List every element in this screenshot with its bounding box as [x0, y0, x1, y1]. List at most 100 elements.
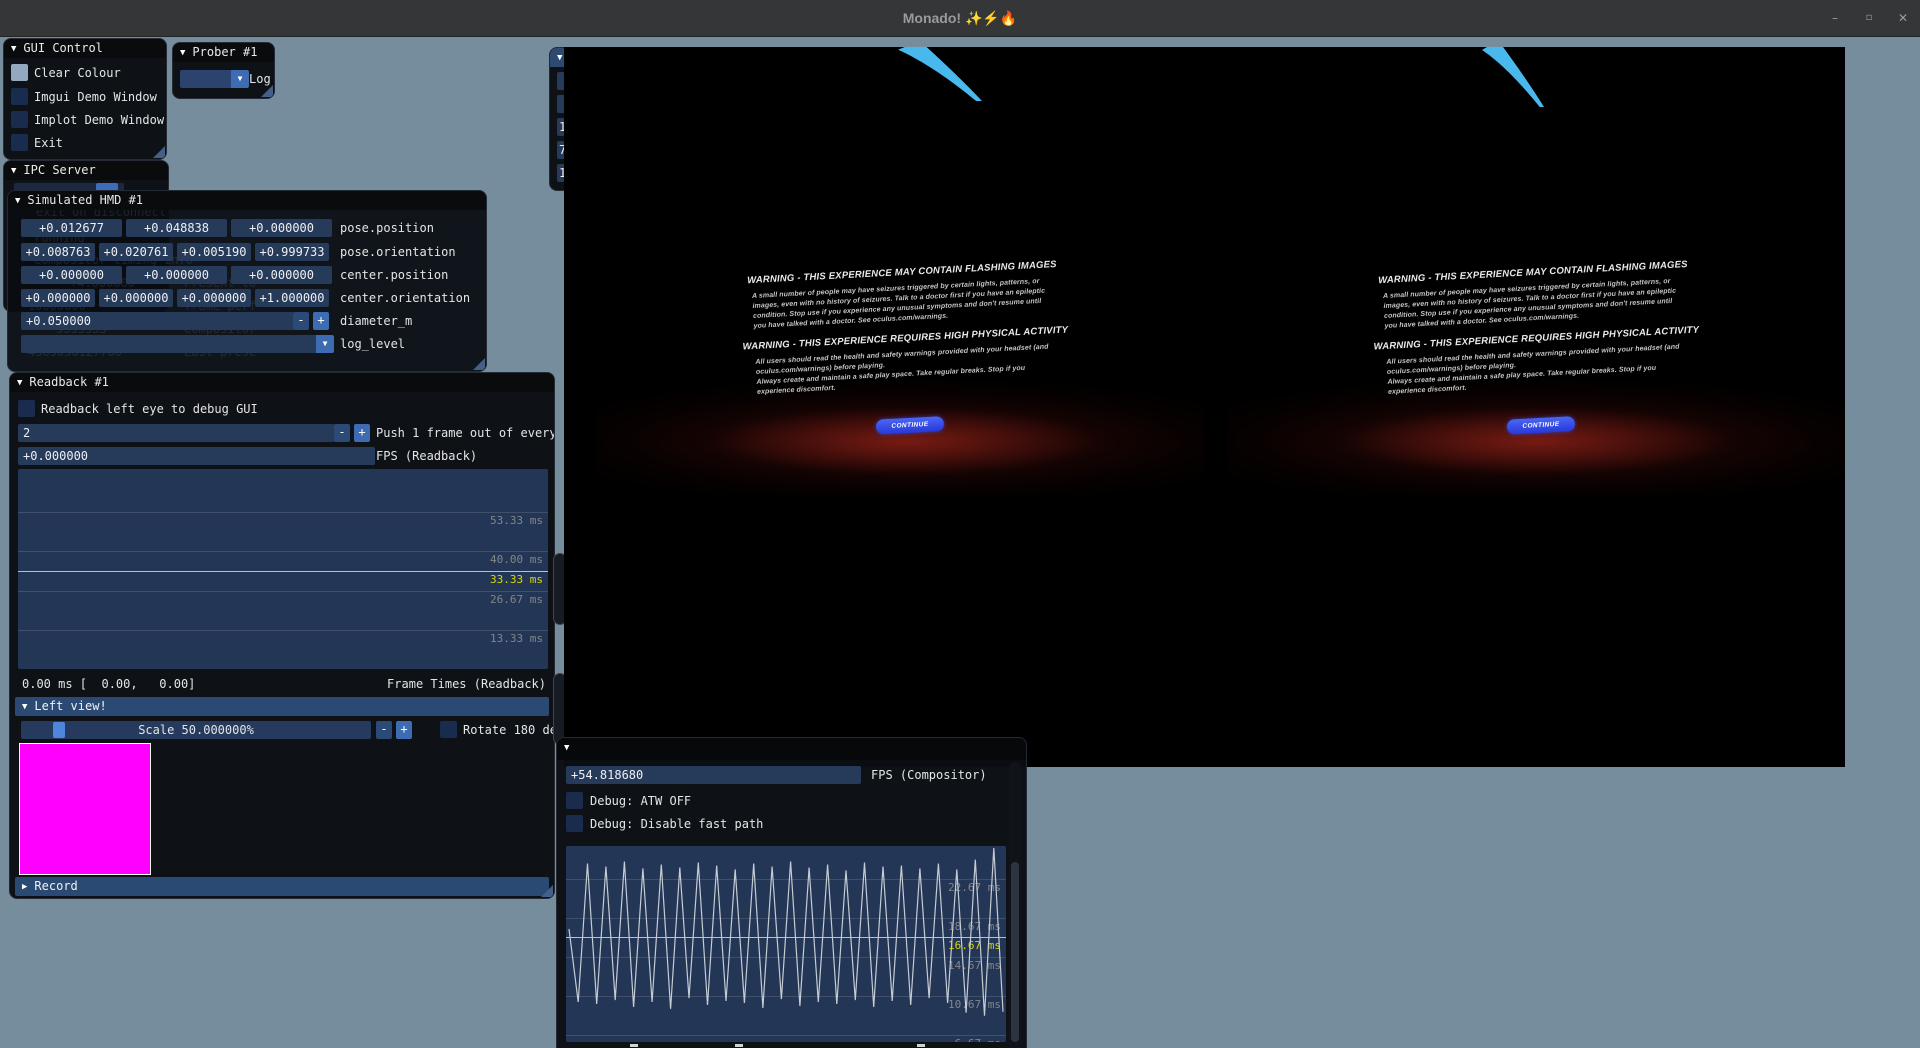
scale-minus-button[interactable]: -: [376, 721, 392, 739]
maximize-button[interactable]: ▫: [1852, 0, 1886, 36]
checkbox-exit-label: Exit: [34, 134, 63, 152]
minimize-button[interactable]: –: [1818, 0, 1852, 36]
checkbox-debug-atw-off-label: Debug: ATW OFF: [590, 792, 691, 810]
compositor-fps-label: FPS (Compositor): [871, 766, 987, 784]
collapse-arrow-icon[interactable]: ▼: [564, 739, 569, 758]
pose-orientation-w[interactable]: +0.999733: [255, 243, 329, 261]
checkbox-exit[interactable]: [11, 134, 28, 151]
resize-grip-icon[interactable]: [473, 358, 485, 370]
collapse-arrow-icon[interactable]: ▼: [17, 374, 22, 393]
health-safety-warning: WARNING - THIS EXPERIENCE MAY CONTAIN FL…: [732, 258, 1080, 441]
hmd-titlebar[interactable]: ▼ Simulated HMD #1: [8, 191, 486, 210]
frame-times-readback-plot[interactable]: 53.33 ms40.00 ms26.67 ms13.33 ms0.00 ms3…: [18, 469, 548, 669]
left-view-header-label: Left view!: [34, 699, 106, 713]
prober-title: Prober #1: [192, 45, 257, 59]
ipc-server-title: IPC Server: [23, 163, 95, 177]
record-header-label: Record: [34, 879, 77, 893]
pose-position-y[interactable]: +0.048838: [126, 219, 227, 237]
scale-plus-button[interactable]: +: [396, 721, 412, 739]
checkbox-implot-demo[interactable]: [11, 111, 28, 128]
collapse-arrow-icon: ▶: [22, 878, 27, 897]
center-position-z[interactable]: +0.000000: [231, 266, 332, 284]
plot-status-text: 0.00 ms [ 0.00, 0.00]: [22, 675, 195, 693]
resize-grip-icon[interactable]: [261, 85, 273, 97]
compositor-fps-field[interactable]: +54.818680: [566, 766, 861, 784]
diameter-plus-button[interactable]: +: [313, 312, 329, 330]
checkbox-readback-label: Readback left eye to debug GUI: [41, 400, 258, 418]
pose-position-x[interactable]: +0.012677: [21, 219, 122, 237]
gui-control-title: GUI Control: [23, 41, 102, 55]
window-simulated-hmd: exit on disconnect running compositor ti…: [7, 190, 487, 372]
right-eye-view: WARNING - THIS EXPERIENCE MAY CONTAIN FL…: [1204, 47, 1845, 767]
readback-fps-field[interactable]: +0.000000: [18, 447, 375, 465]
compositor-debug-view: WARNING - THIS EXPERIENCE MAY CONTAIN FL…: [564, 47, 1845, 767]
collapse-arrow-icon[interactable]: ▼: [557, 49, 562, 68]
axis-tick: [630, 1044, 638, 1047]
checkbox-imgui-demo[interactable]: [11, 88, 28, 105]
left-view-header[interactable]: ▼Left view!: [15, 697, 549, 716]
scrollbar[interactable]: [1009, 762, 1021, 1048]
os-titlebar: Monado! ✨⚡🔥 – ▫ ✕: [0, 0, 1920, 37]
checkbox-clear-colour-label: Clear Colour: [34, 64, 121, 82]
checkbox-rotate-180[interactable]: [440, 721, 457, 738]
pose-position-z[interactable]: +0.000000: [231, 219, 332, 237]
center-orientation-y[interactable]: +0.000000: [99, 289, 173, 307]
ipc-server-titlebar[interactable]: ▼ IPC Server: [4, 161, 168, 180]
readback-title: Readback #1: [29, 375, 108, 389]
chevron-down-icon[interactable]: ▼: [231, 70, 249, 88]
collapse-arrow-icon[interactable]: ▼: [15, 192, 20, 211]
checkbox-clear-colour[interactable]: [11, 64, 28, 81]
record-header[interactable]: ▶ Record: [15, 877, 549, 896]
left-eye-preview-image: [19, 743, 151, 875]
slider-value-text: Scale 50.000000%: [21, 721, 371, 739]
prober-titlebar[interactable]: ▼ Prober #1: [173, 43, 274, 62]
scrollbar-grab[interactable]: [1011, 862, 1019, 1042]
center-position-label: center.position: [340, 266, 448, 284]
plot-title: Frame Times (Readback): [387, 675, 546, 693]
warning-paragraph-1: A small number of people may have seizur…: [752, 276, 1056, 332]
checkbox-debug-atw-off[interactable]: [566, 792, 583, 809]
checkbox-implot-demo-label: Implot Demo Window: [34, 111, 164, 129]
compositor-titlebar[interactable]: ▼: [557, 738, 1026, 760]
gui-control-titlebar[interactable]: ▼ GUI Control: [4, 39, 166, 58]
log-level-combo[interactable]: Info ▼: [180, 70, 249, 88]
readback-titlebar[interactable]: ▼ Readback #1: [10, 373, 554, 392]
os-window-title: Monado! ✨⚡🔥: [0, 0, 1920, 36]
checkbox-imgui-demo-label: Imgui Demo Window: [34, 88, 157, 106]
close-button[interactable]: ✕: [1886, 0, 1920, 36]
diameter-minus-button[interactable]: -: [293, 312, 309, 330]
resize-grip-icon[interactable]: [153, 146, 165, 158]
pose-orientation-y[interactable]: +0.020761: [99, 243, 173, 261]
diameter-label: diameter_m: [340, 312, 412, 330]
rotate-180-label: Rotate 180 de: [463, 721, 555, 739]
center-position-x[interactable]: +0.000000: [21, 266, 122, 284]
axis-tick: [735, 1044, 743, 1047]
collapse-arrow-icon[interactable]: ▼: [11, 162, 16, 181]
scale-slider[interactable]: Scale 50.000000%: [21, 721, 371, 739]
pose-position-label: pose.position: [340, 219, 434, 237]
push-frames-minus-button[interactable]: -: [334, 424, 350, 442]
axis-tick: [917, 1044, 925, 1047]
push-frames-plus-button[interactable]: +: [354, 424, 370, 442]
hmd-log-level-combo[interactable]: Warn ▼: [21, 335, 334, 353]
hmd-title: Simulated HMD #1: [27, 193, 143, 207]
chevron-down-icon[interactable]: ▼: [316, 335, 334, 353]
collapse-arrow-icon[interactable]: ▼: [180, 44, 185, 63]
checkbox-debug-fast-path[interactable]: [566, 815, 583, 832]
frame-times-compositor-plot[interactable]: 22.67 ms18.67 ms14.67 ms10.67 ms6.67 ms1…: [566, 846, 1006, 1042]
resize-grip-icon[interactable]: [541, 885, 553, 897]
pose-orientation-z[interactable]: +0.005190: [177, 243, 251, 261]
push-frames-input[interactable]: 2: [18, 424, 335, 442]
center-orientation-z[interactable]: +0.000000: [177, 289, 251, 307]
center-orientation-x[interactable]: +0.000000: [21, 289, 95, 307]
center-position-y[interactable]: +0.000000: [126, 266, 227, 284]
collapse-arrow-icon[interactable]: ▼: [11, 40, 16, 59]
lens-flare-streak-icon: [1482, 47, 1544, 107]
window-gui-control: ▼ GUI Control Clear Colour Imgui Demo Win…: [3, 38, 167, 160]
log-level-label: log_level: [340, 335, 405, 353]
center-orientation-w[interactable]: +1.000000: [255, 289, 329, 307]
checkbox-readback-left-eye[interactable]: [18, 400, 35, 417]
pose-orientation-x[interactable]: +0.008763: [21, 243, 95, 261]
push-frames-label: Push 1 frame out of every: [376, 424, 555, 442]
diameter-input[interactable]: +0.050000: [21, 312, 294, 330]
